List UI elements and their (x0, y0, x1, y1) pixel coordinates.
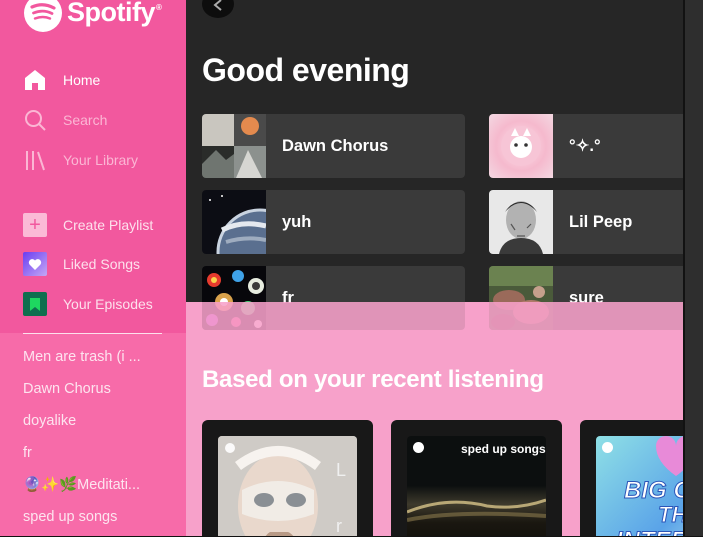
create-playlist-button[interactable]: + Create Playlist (23, 212, 153, 238)
sidebar: Spotify® Home Search Your Library + Crea… (0, 0, 186, 536)
tile-title: yuh (282, 212, 312, 231)
quick-pick-tile[interactable]: yuh (202, 190, 465, 254)
playlist-item[interactable]: sped up songs (23, 505, 163, 537)
album-art (202, 190, 304, 254)
svg-text:BIG O: BIG O (624, 477, 683, 504)
plus-icon: + (23, 213, 47, 237)
liked-songs-label: Liked Songs (63, 256, 141, 272)
playlist-list: Men are trash (i ... Dawn Chorus doyalik… (23, 345, 163, 537)
section-title: Based on your recent listening (202, 366, 544, 393)
nav-library[interactable]: Your Library (23, 147, 138, 173)
sidebar-divider (23, 333, 162, 334)
playlist-item[interactable]: fr (23, 441, 163, 473)
brand-name: Spotify (67, 0, 156, 27)
nav-library-label: Your Library (63, 152, 138, 168)
album-art (489, 190, 553, 254)
your-episodes-label: Your Episodes (63, 296, 153, 312)
heart-icon (23, 252, 47, 276)
quick-pick-tile[interactable]: °✧.° (489, 114, 683, 178)
bookmark-icon (23, 292, 47, 316)
registered-mark: ® (156, 2, 162, 12)
svg-text:INTER: INTER (616, 527, 683, 536)
playlist-item[interactable]: 🔮✨🌿Meditati... (23, 473, 163, 505)
greeting-title: Good evening (202, 52, 410, 88)
main-view: Good evening Dawn Chorus °✧.° yuh Lil Pe… (186, 0, 683, 536)
album-art (202, 114, 266, 178)
tile-title: °✧.° (569, 137, 601, 155)
nav-home[interactable]: Home (23, 67, 100, 93)
playlist-item[interactable]: doyalike (23, 409, 163, 441)
spotify-wordmark: Spotify® (67, 0, 162, 28)
album-art (489, 114, 553, 178)
card-cover: L r (218, 436, 357, 536)
scrollbar-track[interactable] (683, 0, 685, 536)
quick-pick-tile[interactable]: Dawn Chorus (202, 114, 465, 178)
playlist-item[interactable]: Men are trash (i ... (23, 345, 163, 377)
your-episodes-button[interactable]: Your Episodes (23, 291, 153, 317)
tile-title: Lil Peep (569, 212, 633, 231)
playlist-card[interactable]: L r (202, 420, 373, 536)
card-cover: sped up songs (407, 436, 546, 536)
spotify-logo-icon (24, 0, 62, 32)
nav-home-label: Home (63, 72, 101, 88)
playlist-item[interactable]: Dawn Chorus (23, 377, 163, 409)
card-cover: BIG O THE INTER (596, 436, 683, 536)
svg-text:r: r (336, 516, 342, 536)
quick-pick-tile[interactable]: Lil Peep (489, 190, 683, 254)
liked-songs-button[interactable]: Liked Songs (23, 251, 140, 277)
nav-search-label: Search (63, 112, 108, 128)
spotify-logo[interactable]: Spotify® (24, 0, 162, 34)
chevron-left-icon (213, 0, 223, 16)
playlist-card[interactable]: BIG O THE INTER (580, 420, 683, 536)
library-icon (23, 148, 47, 172)
svg-text:THE: THE (658, 502, 683, 527)
search-icon (23, 108, 47, 132)
svg-text:L: L (336, 460, 346, 480)
create-playlist-label: Create Playlist (63, 217, 154, 233)
right-panel-edge (683, 0, 703, 536)
tile-title: Dawn Chorus (282, 136, 389, 155)
home-icon (23, 68, 47, 92)
nav-search[interactable]: Search (23, 107, 107, 133)
playlist-card[interactable]: sped up songs (391, 420, 562, 536)
